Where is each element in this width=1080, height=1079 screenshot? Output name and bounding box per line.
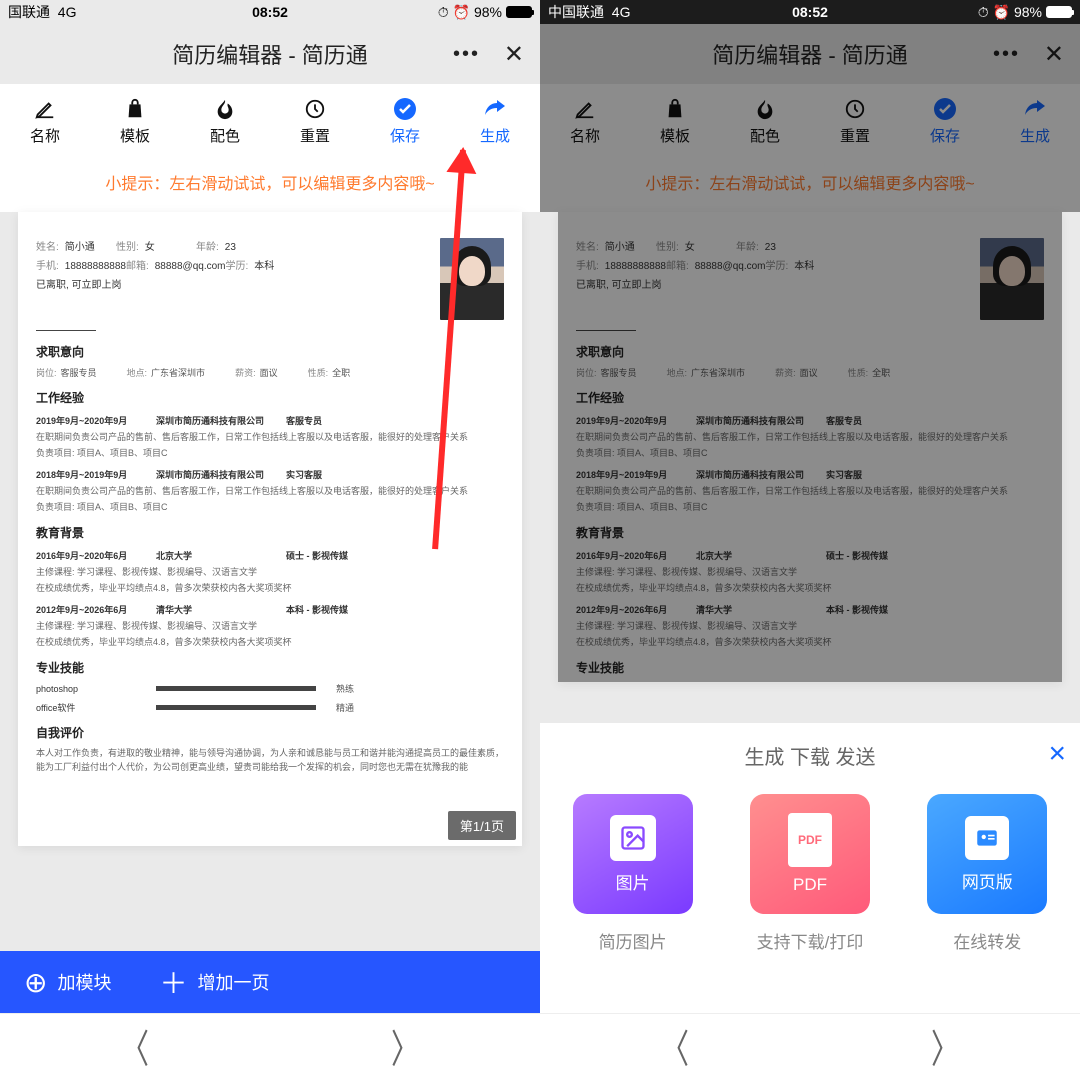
id-card-icon bbox=[965, 816, 1009, 860]
battery-label: 98% bbox=[474, 4, 502, 20]
flame-icon bbox=[213, 97, 237, 121]
tool-label: 模板 bbox=[120, 125, 150, 146]
template-tool[interactable]: 模板 bbox=[90, 84, 180, 158]
tool-label: 名称 bbox=[30, 125, 60, 146]
more-icon[interactable]: ••• bbox=[993, 43, 1020, 66]
export-web-card[interactable]: 网页版 在线转发 bbox=[927, 794, 1047, 953]
resume-preview: 姓名:简小通性别:女年龄:23 手机:18888888888邮箱:88888@q… bbox=[558, 212, 1062, 682]
close-icon[interactable]: ✕ bbox=[504, 40, 524, 69]
page-title: 简历编辑器 - 简历通 bbox=[172, 38, 368, 70]
alarm-icon: ⏱ ⏰ bbox=[978, 4, 1010, 21]
button-label: 加模块 bbox=[57, 969, 111, 995]
check-circle-icon bbox=[393, 97, 417, 121]
add-module-button[interactable]: ⊕ 加模块 bbox=[0, 966, 135, 999]
reset-tool[interactable]: 重置 bbox=[810, 84, 900, 158]
color-tool[interactable]: 配色 bbox=[720, 84, 810, 158]
template-tool[interactable]: 模板 bbox=[630, 84, 720, 158]
share-icon bbox=[483, 97, 507, 121]
plus-circle-icon: ⊕ bbox=[24, 966, 47, 999]
page-indicator: 第1/1页 bbox=[448, 811, 516, 840]
name-tool[interactable]: 名称 bbox=[0, 84, 90, 158]
section-intent-title: 求职意向 bbox=[36, 343, 504, 360]
share-icon bbox=[1023, 97, 1047, 121]
alarm-icon: ⏱ ⏰ bbox=[438, 4, 470, 21]
pdf-icon: PDF bbox=[788, 813, 832, 867]
tool-label: 重置 bbox=[300, 125, 330, 146]
save-tool[interactable]: 保存 bbox=[900, 84, 990, 158]
add-page-button[interactable]: ＋ 增加一页 bbox=[135, 962, 293, 1002]
bag-icon bbox=[663, 97, 687, 121]
title-bar: 简历编辑器 - 简历通 ••• ✕ bbox=[540, 24, 1080, 84]
generate-tool[interactable]: 生成 bbox=[990, 84, 1080, 158]
clock-icon bbox=[843, 97, 867, 121]
tool-label: 配色 bbox=[210, 125, 240, 146]
card-sub: 在线转发 bbox=[927, 928, 1047, 953]
battery-icon bbox=[506, 6, 532, 18]
check-circle-icon bbox=[933, 97, 957, 121]
section-self-title: 自我评价 bbox=[36, 724, 504, 741]
flame-icon bbox=[753, 97, 777, 121]
battery-label: 98% bbox=[1014, 4, 1042, 20]
hint-text: 小提示：左右滑动试试，可以编辑更多内容哦~ bbox=[540, 158, 1080, 212]
browser-nav: 〈 〉 bbox=[0, 1013, 540, 1079]
clock-icon bbox=[303, 97, 327, 121]
clock-label: 08:52 bbox=[792, 4, 828, 20]
name-tool[interactable]: 名称 bbox=[540, 84, 630, 158]
screen-right: 中国联通 4G 08:52 ⏱ ⏰98% 简历编辑器 - 简历通 ••• ✕ 名… bbox=[540, 0, 1080, 1013]
nav-back-icon[interactable]: 〈 bbox=[121, 1019, 149, 1075]
battery-icon bbox=[1046, 6, 1072, 18]
bottom-bar: ⊕ 加模块 ＋ 增加一页 bbox=[0, 951, 540, 1013]
screen-left: 国联通 4G 08:52 ⏱ ⏰98% 简历编辑器 - 简历通 ••• ✕ 名称… bbox=[0, 0, 540, 1013]
tool-label: 生成 bbox=[480, 125, 510, 146]
sheet-close-icon[interactable]: × bbox=[1048, 737, 1066, 771]
carrier-label: 中国联通 bbox=[548, 4, 604, 20]
close-icon[interactable]: ✕ bbox=[1044, 40, 1064, 69]
network-label: 4G bbox=[612, 4, 631, 20]
image-icon bbox=[610, 815, 656, 861]
section-exp-title: 工作经验 bbox=[36, 389, 504, 406]
card-sub: 简历图片 bbox=[573, 928, 693, 953]
status-bar: 中国联通 4G 08:52 ⏱ ⏰98% bbox=[540, 0, 1080, 24]
toolbar: 名称 模板 配色 重置 保存 生成 bbox=[540, 84, 1080, 158]
carrier-label: 国联通 bbox=[8, 4, 50, 20]
browser-nav: 〈 〉 bbox=[540, 1013, 1080, 1079]
nav-back-icon[interactable]: 〈 bbox=[661, 1019, 689, 1075]
pencil-icon bbox=[33, 97, 57, 121]
resume-preview[interactable]: 姓名:简小通性别:女年龄:23 手机:18888888888邮箱:88888@q… bbox=[18, 212, 522, 846]
pencil-icon bbox=[573, 97, 597, 121]
card-sub: 支持下载/打印 bbox=[750, 928, 870, 953]
avatar-photo bbox=[980, 238, 1044, 320]
title-bar: 简历编辑器 - 简历通 ••• ✕ bbox=[0, 24, 540, 84]
sheet-title: 生成 下载 发送 bbox=[744, 747, 875, 769]
network-label: 4G bbox=[58, 4, 77, 20]
more-icon[interactable]: ••• bbox=[453, 43, 480, 66]
plus-icon: ＋ bbox=[159, 962, 187, 1002]
nav-forward-icon[interactable]: 〉 bbox=[391, 1019, 419, 1075]
button-label: 增加一页 bbox=[197, 969, 269, 995]
export-pdf-card[interactable]: PDFPDF 支持下载/打印 bbox=[750, 794, 870, 953]
bag-icon bbox=[123, 97, 147, 121]
status-bar: 国联通 4G 08:52 ⏱ ⏰98% bbox=[0, 0, 540, 24]
basic-info: 姓名:简小通性别:女年龄:23 手机:18888888888邮箱:88888@q… bbox=[36, 238, 424, 320]
export-image-card[interactable]: 图片 简历图片 bbox=[573, 794, 693, 953]
section-skill-title: 专业技能 bbox=[36, 659, 504, 676]
color-tool[interactable]: 配色 bbox=[180, 84, 270, 158]
save-tool[interactable]: 保存 bbox=[360, 84, 450, 158]
nav-forward-icon[interactable]: 〉 bbox=[931, 1019, 959, 1075]
clock-label: 08:52 bbox=[252, 4, 288, 20]
action-sheet: 生成 下载 发送 × 图片 简历图片 PDFPDF 支持下载/打印 网页版 在线转… bbox=[540, 723, 1080, 1013]
reset-tool[interactable]: 重置 bbox=[270, 84, 360, 158]
tool-label: 保存 bbox=[390, 125, 420, 146]
page-title: 简历编辑器 - 简历通 bbox=[712, 38, 908, 70]
